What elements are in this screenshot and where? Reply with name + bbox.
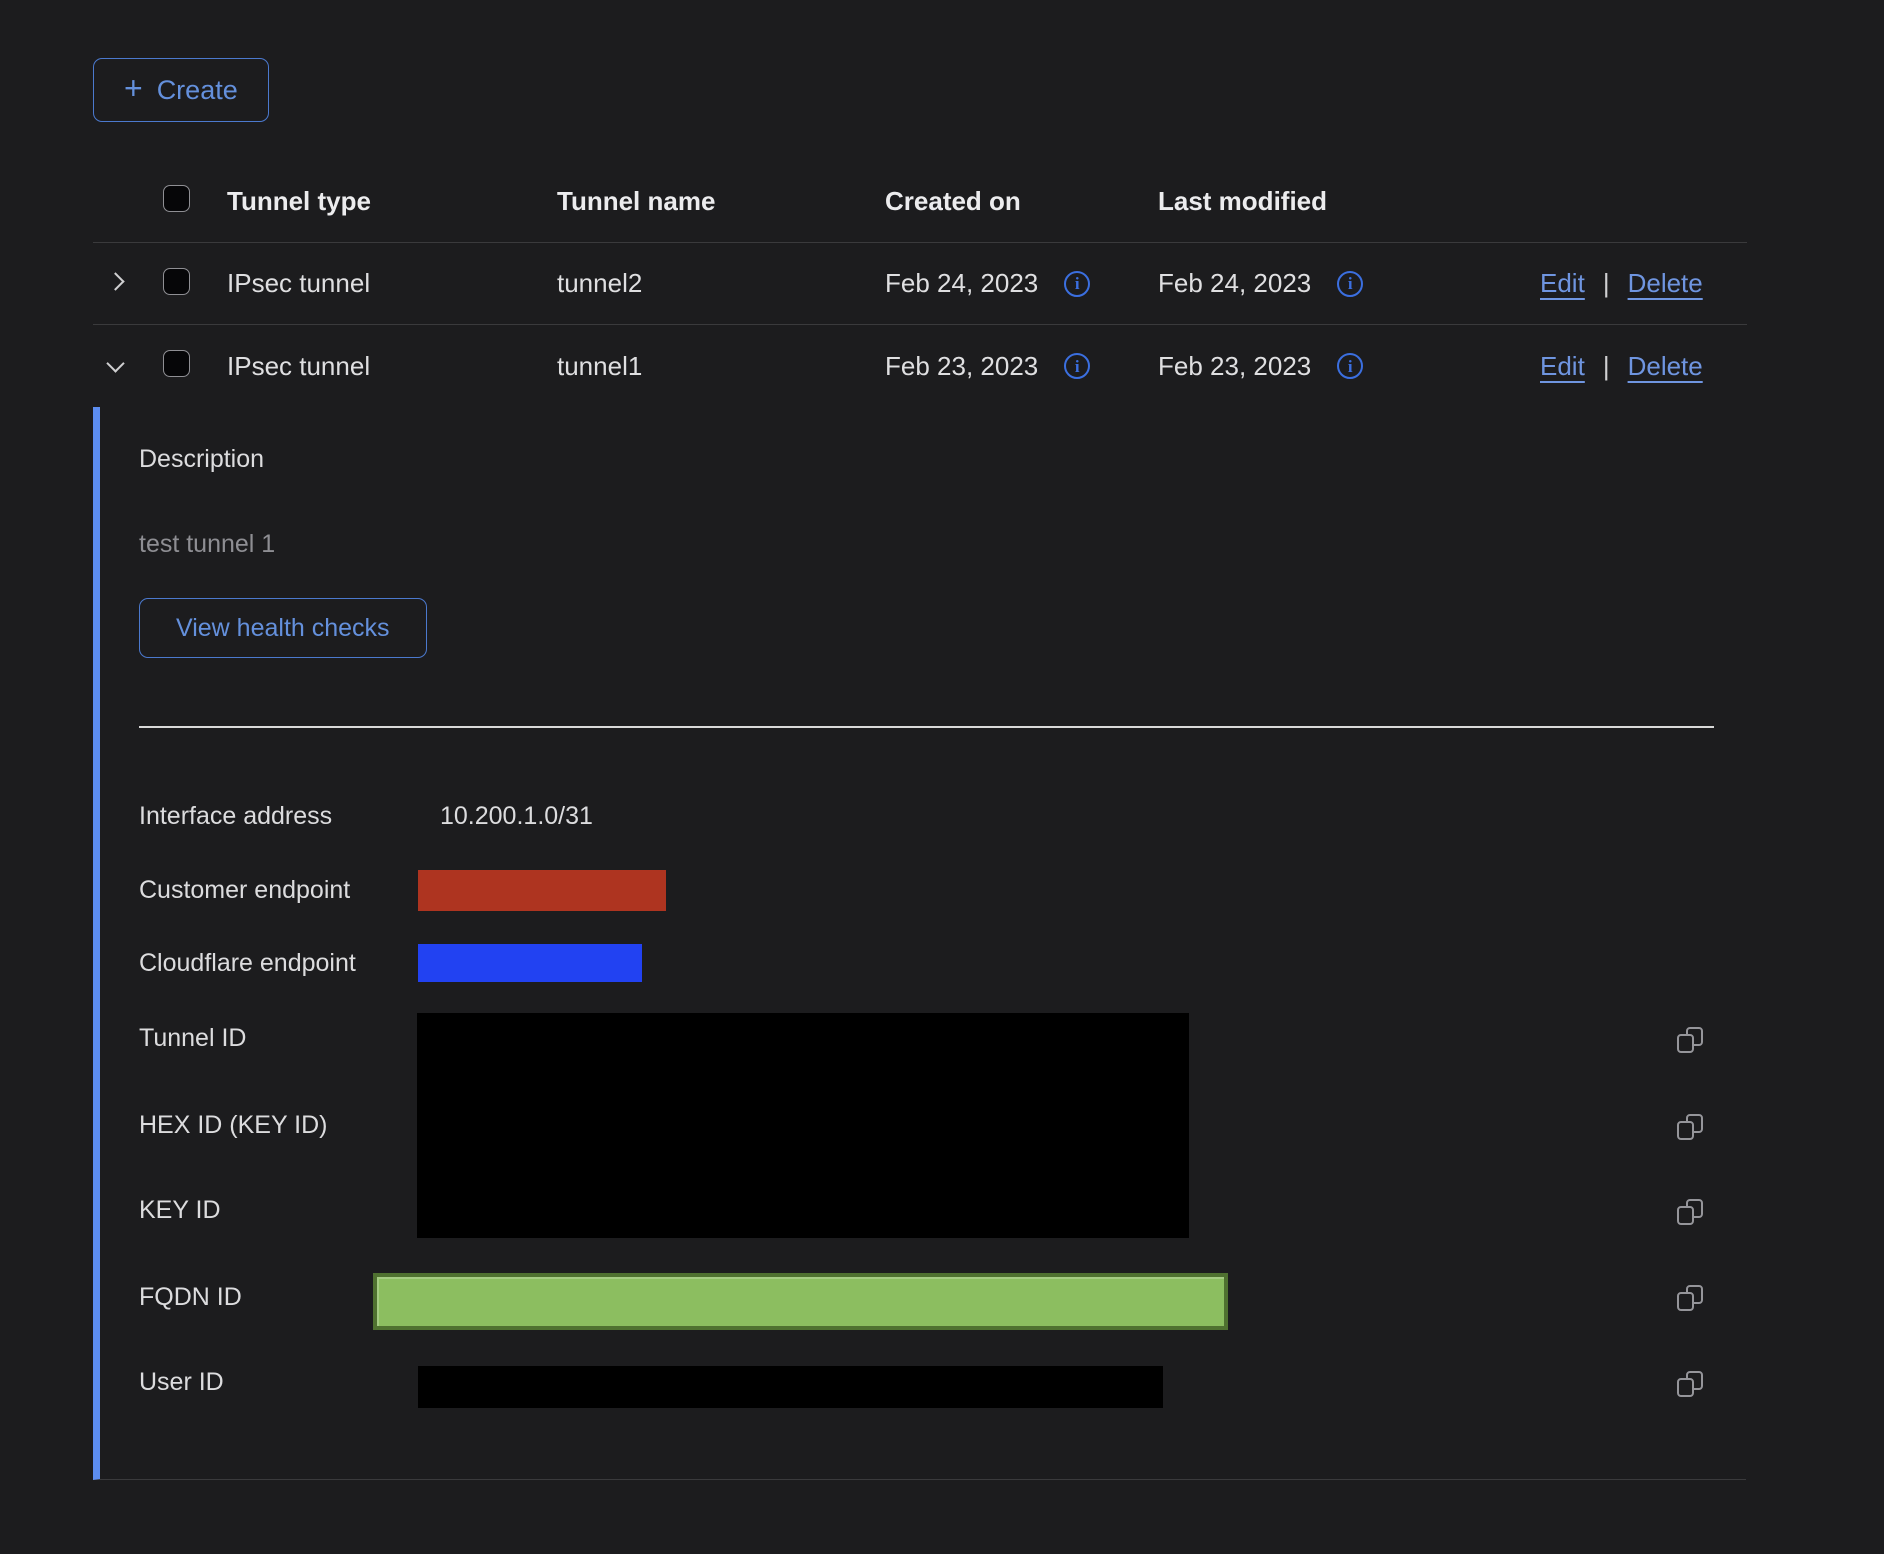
fqdn-id-redacted-value <box>373 1273 1228 1330</box>
view-health-checks-button[interactable]: View health checks <box>139 598 427 658</box>
copy-icon-user-id[interactable] <box>1677 1371 1703 1397</box>
copy-icon-fqdn-id[interactable] <box>1677 1285 1703 1311</box>
tunnel-id-label: Tunnel ID <box>139 1023 246 1053</box>
column-header-created-on: Created on <box>885 186 1158 217</box>
tunnel-type-cell: IPsec tunnel <box>227 268 557 299</box>
chevron-down-icon[interactable] <box>106 354 124 372</box>
description-value: test tunnel 1 <box>139 529 275 559</box>
key-id-label: KEY ID <box>139 1195 221 1225</box>
interface-address-label: Interface address <box>139 801 332 831</box>
cloudflare-endpoint-redacted-value <box>418 944 642 982</box>
action-separator: | <box>1603 351 1610 382</box>
info-icon[interactable]: i <box>1064 353 1090 379</box>
plus-icon: + <box>124 72 143 104</box>
action-separator: | <box>1603 268 1610 299</box>
edit-link[interactable]: Edit <box>1540 351 1585 382</box>
created-on-cell: Feb 23, 2023 <box>885 351 1038 382</box>
edit-link[interactable]: Edit <box>1540 268 1585 299</box>
user-id-redacted-value <box>418 1366 1163 1408</box>
column-header-last-modified: Last modified <box>1158 186 1540 217</box>
table-header: Tunnel type Tunnel name Created on Last … <box>93 160 1747 243</box>
interface-address-value: 10.200.1.0/31 <box>440 801 593 831</box>
section-divider <box>139 726 1714 728</box>
customer-endpoint-label: Customer endpoint <box>139 875 350 905</box>
delete-link[interactable]: Delete <box>1628 268 1703 299</box>
last-modified-cell: Feb 23, 2023 <box>1158 351 1311 382</box>
chevron-right-icon[interactable] <box>106 272 124 290</box>
column-header-tunnel-type: Tunnel type <box>227 186 557 217</box>
row-checkbox[interactable] <box>163 268 190 295</box>
ipsec-tunnels-page: + Create Tunnel type Tunnel name Created… <box>0 0 1884 1554</box>
tunnel-type-cell: IPsec tunnel <box>227 351 557 382</box>
table-row-tunnel1: IPsec tunnel tunnel1 Feb 23, 2023 i Feb … <box>93 325 1747 407</box>
description-label: Description <box>139 444 264 474</box>
delete-link[interactable]: Delete <box>1628 351 1703 382</box>
info-icon[interactable]: i <box>1064 271 1090 297</box>
copy-icon-tunnel-id[interactable] <box>1677 1027 1703 1053</box>
tunnel-name-cell: tunnel1 <box>557 351 885 382</box>
create-button-label: Create <box>157 75 238 106</box>
info-icon[interactable]: i <box>1337 271 1363 297</box>
hex-id-label: HEX ID (KEY ID) <box>139 1110 327 1140</box>
fqdn-id-label: FQDN ID <box>139 1282 242 1312</box>
created-on-cell: Feb 24, 2023 <box>885 268 1038 299</box>
copy-icon-key-id[interactable] <box>1677 1199 1703 1225</box>
table-row-tunnel2: IPsec tunnel tunnel2 Feb 24, 2023 i Feb … <box>93 243 1747 325</box>
tunnels-table: Tunnel type Tunnel name Created on Last … <box>93 160 1747 407</box>
tunnel-details-panel: Description test tunnel 1 View health ch… <box>93 407 1746 1480</box>
copy-icon-hex-id[interactable] <box>1677 1114 1703 1140</box>
cloudflare-endpoint-label: Cloudflare endpoint <box>139 948 356 978</box>
user-id-label: User ID <box>139 1367 224 1397</box>
select-all-checkbox[interactable] <box>163 185 190 212</box>
row-checkbox[interactable] <box>163 350 190 377</box>
info-icon[interactable]: i <box>1337 353 1363 379</box>
create-button[interactable]: + Create <box>93 58 269 122</box>
last-modified-cell: Feb 24, 2023 <box>1158 268 1311 299</box>
tunnel-name-cell: tunnel2 <box>557 268 885 299</box>
customer-endpoint-redacted-value <box>418 870 666 911</box>
ids-redacted-value <box>417 1013 1189 1238</box>
column-header-tunnel-name: Tunnel name <box>557 186 885 217</box>
